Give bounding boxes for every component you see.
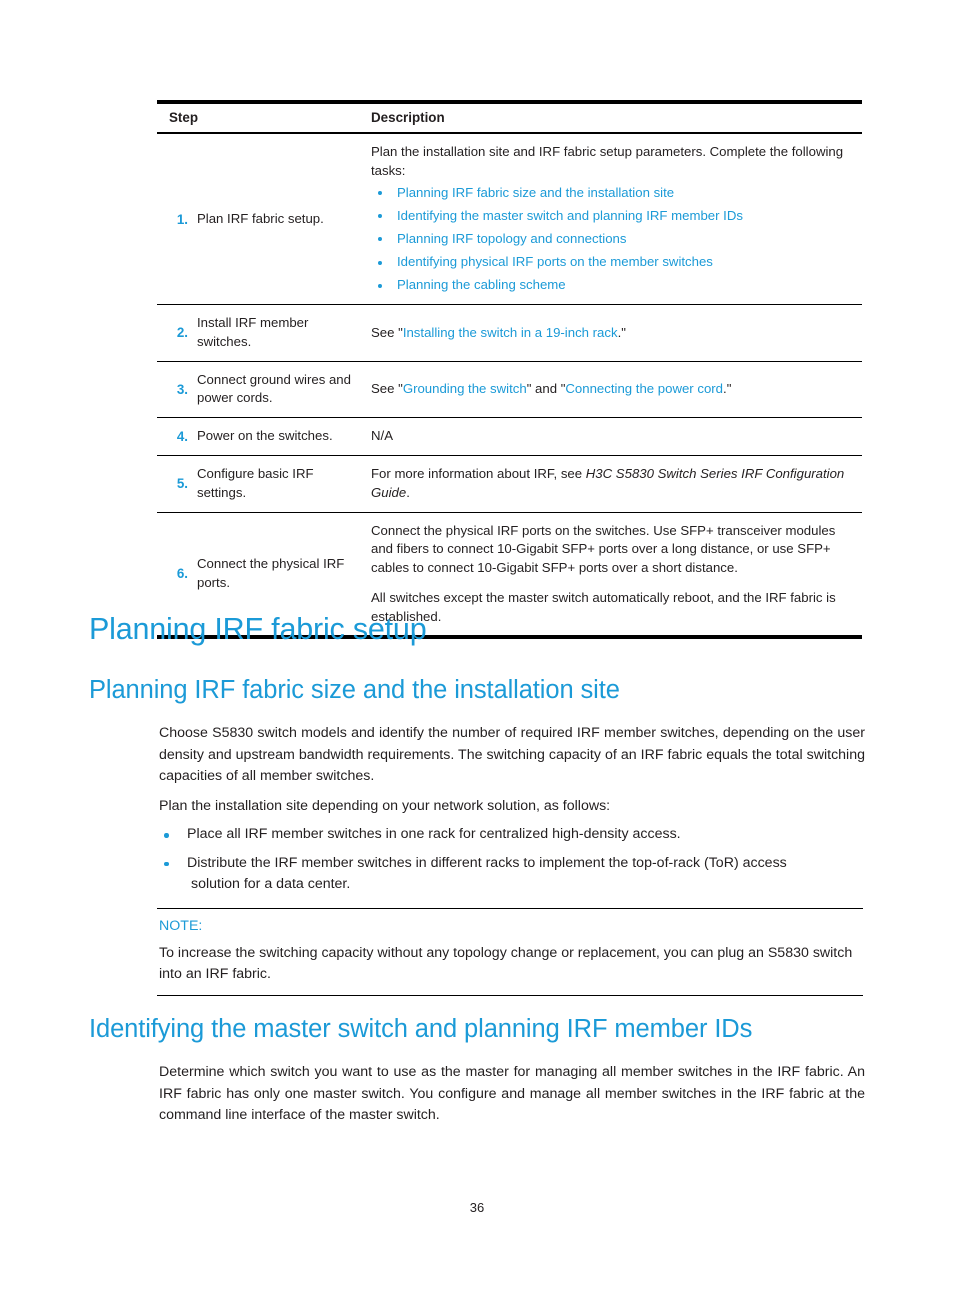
page-number: 36 [469,1200,485,1215]
procedure-table: Step Description 1. Plan IRF fabric setu… [157,100,862,640]
step-number: 4. [157,417,197,457]
bullet-icon [378,190,382,195]
list-item-text-continued: solution for a data center. [191,876,351,893]
column-header-description: Description [363,104,862,135]
cross-reference-link[interactable]: Planning IRF fabric size and the install… [397,185,674,200]
bullet-icon [378,237,382,242]
bullet-icon [164,833,169,838]
description-paragraph: Connect the physical IRF ports on the sw… [371,522,836,576]
step-action: Configure basic IRF settings. [197,455,363,513]
section-body-plan-site: Plan the installation site depending on … [159,796,865,818]
cross-reference-link[interactable]: Identifying the master switch and planni… [397,208,743,223]
bullet-icon [378,214,382,219]
see-suffix: ." [723,381,732,396]
page-title: Planning IRF fabric setup [89,612,427,646]
description-paragraph: All switches except the master switch au… [371,589,836,624]
description-paragraph: See "Installing the switch in a 19-inch … [371,324,858,343]
cross-reference-link[interactable]: Connecting the power cord [565,381,723,396]
description-paragraph: For more information about IRF, see H3C … [371,465,858,502]
table-row: 4. Power on the switches. N/A [157,417,862,457]
list-item: Distribute the IRF member switches in di… [159,853,865,896]
note-text: To increase the switching capacity witho… [159,945,853,983]
list-item[interactable]: Identifying the master switch and planni… [371,207,858,226]
installation-site-bullet-list: Place all IRF member switches in one rac… [159,824,865,903]
description-paragraph: N/A [371,428,393,444]
description-suffix: . [406,484,410,500]
description-lead: Plan the installation site and IRF fabri… [371,144,844,178]
step-description: For more information about IRF, see H3C … [363,455,862,513]
step-number: 5. [157,455,197,513]
description-paragraph: See "Grounding the switch" and "Connecti… [371,380,858,399]
step-action: Install IRF member switches. [197,304,363,362]
document-page: Step Description 1. Plan IRF fabric setu… [0,0,954,1296]
cross-reference-link[interactable]: Planning IRF topology and connections [397,231,626,246]
list-item[interactable]: Planning the cabling scheme [371,276,858,295]
column-header-step: Step [157,104,363,135]
step-description: Plan the installation site and IRF fabri… [363,133,862,306]
table-row: 2. Install IRF member switches. See "Ins… [157,304,862,362]
cross-reference-link[interactable]: Grounding the switch [403,381,527,396]
table-row: 5. Configure basic IRF settings. For mor… [157,455,862,513]
step-number: 2. [157,304,197,362]
see-prefix: See " [371,324,403,340]
cross-reference-link[interactable]: Identifying physical IRF ports on the me… [397,254,713,269]
step-number: 1. [157,133,197,306]
step-description: See "Installing the switch in a 19-inch … [363,304,862,362]
list-item-text: Place all IRF member switches in one rac… [187,826,681,842]
note-callout: NOTE: To increase the switching capacity… [157,908,863,996]
table-row: 1. Plan IRF fabric setup. Plan the insta… [157,133,862,306]
paragraph: Choose S5830 switch models and identify … [159,725,865,785]
step-action: Plan IRF fabric setup. [197,133,363,306]
task-link-list: Planning IRF fabric size and the install… [371,184,858,296]
section-heading-identifying-master: Identifying the master switch and planni… [89,1015,753,1043]
paragraph: Determine which switch you want to use a… [159,1064,865,1124]
section-body-identifying-master: Determine which switch you want to use a… [159,1062,865,1127]
table-row: 3. Connect ground wires and power cords.… [157,361,862,419]
list-item[interactable]: Planning IRF fabric size and the install… [371,184,858,203]
see-suffix: ." [617,324,626,340]
table-header-row: Step Description [157,104,862,135]
note-label: NOTE: [159,918,203,934]
step-action: Connect ground wires and power cords. [197,361,363,419]
list-item: Place all IRF member switches in one rac… [159,824,865,846]
cross-reference-link[interactable]: Installing the switch in a 19-inch rack [403,325,618,340]
section-heading-planning-size: Planning IRF fabric size and the install… [89,676,620,704]
description-prefix: For more information about IRF, see [371,466,586,482]
list-item-text: Distribute the IRF member switches in di… [187,854,787,871]
list-item[interactable]: Identifying physical IRF ports on the me… [371,253,858,272]
paragraph: Plan the installation site depending on … [159,798,611,814]
step-description: N/A [363,417,862,457]
step-number: 3. [157,361,197,419]
step-action: Power on the switches. [197,417,363,457]
bullet-icon [164,861,169,867]
list-item[interactable]: Planning IRF topology and connections [371,230,858,249]
cross-reference-link[interactable]: Planning the cabling scheme [397,277,566,292]
step-description: See "Grounding the switch" and "Connecti… [363,361,862,419]
see-prefix: See " [371,381,403,396]
section-body-planning-size: Choose S5830 switch models and identify … [159,723,865,788]
see-separator: " and " [526,381,566,396]
bullet-icon [378,260,382,265]
step-description: Connect the physical IRF ports on the sw… [363,512,862,635]
bullet-icon [378,283,382,288]
